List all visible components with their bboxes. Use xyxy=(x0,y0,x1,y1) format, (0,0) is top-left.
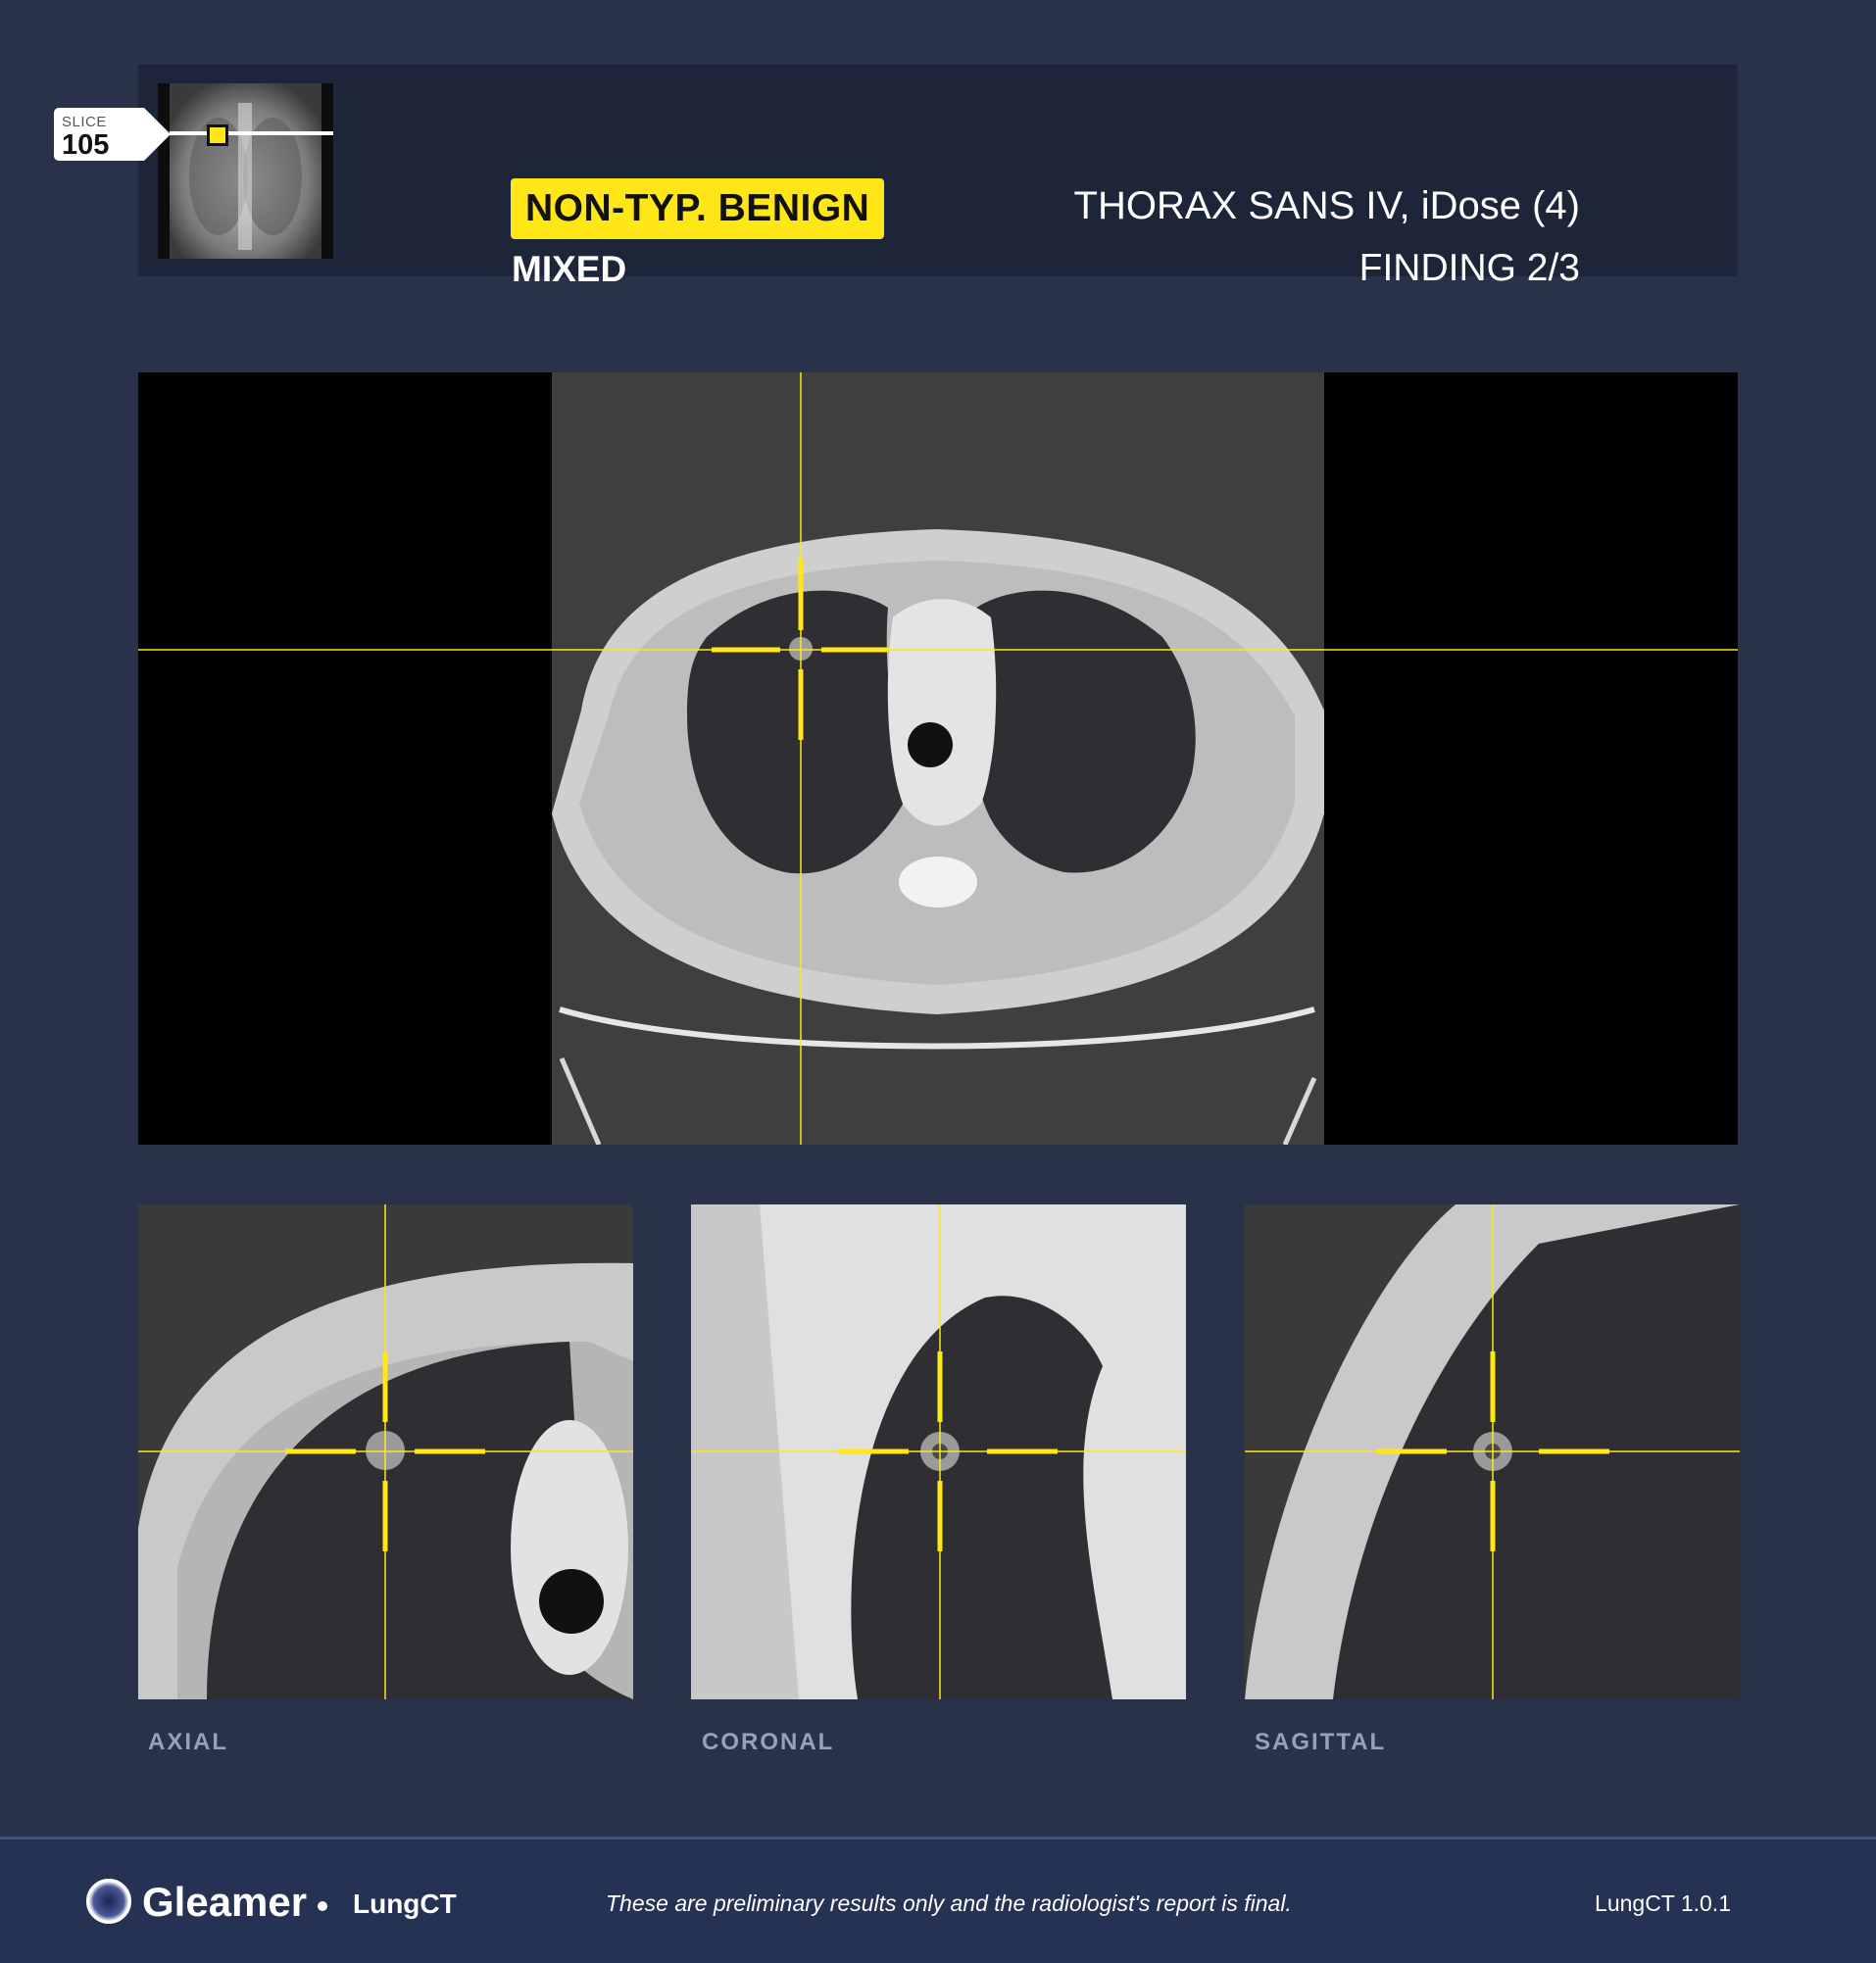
footer-bar: Gleamer LungCT These are preliminary res… xyxy=(0,1837,1876,1963)
version-label: LungCT 1.0.1 xyxy=(1595,1890,1731,1916)
main-ct-viewport[interactable] xyxy=(138,372,1738,1145)
slice-label: SLICE xyxy=(62,114,107,130)
brand-name: Gleamer xyxy=(142,1879,308,1925)
sagittal-label: SAGITTAL xyxy=(1255,1729,1387,1755)
separator-dot xyxy=(318,1901,327,1911)
disclaimer-text: These are preliminary results only and t… xyxy=(606,1890,1292,1916)
axial-label: AXIAL xyxy=(148,1729,228,1755)
coronal-label: CORONAL xyxy=(702,1729,835,1755)
classification-badge: NON-TYP. BENIGN xyxy=(511,178,885,239)
logo-icon xyxy=(86,1879,131,1924)
product-name: LungCT xyxy=(353,1889,457,1919)
scout-image[interactable] xyxy=(158,83,333,259)
slice-marker-icon[interactable] xyxy=(207,124,228,146)
sagittal-thumbnail[interactable] xyxy=(1245,1204,1740,1699)
axial-thumbnail[interactable] xyxy=(138,1204,633,1699)
finding-header: NON-TYP. BENIGN MIXED THORAX SANS IV, iD… xyxy=(138,65,1738,289)
finding-counter: FINDING 2/3 xyxy=(1358,247,1580,289)
slice-indicator: SLICE 105 xyxy=(54,108,171,161)
coronal-thumbnail[interactable] xyxy=(691,1204,1186,1699)
slice-number: 105 xyxy=(62,129,110,161)
nodule-subtype: MIXED xyxy=(512,249,627,289)
exam-description: THORAX SANS IV, iDose (4) xyxy=(1073,184,1580,227)
